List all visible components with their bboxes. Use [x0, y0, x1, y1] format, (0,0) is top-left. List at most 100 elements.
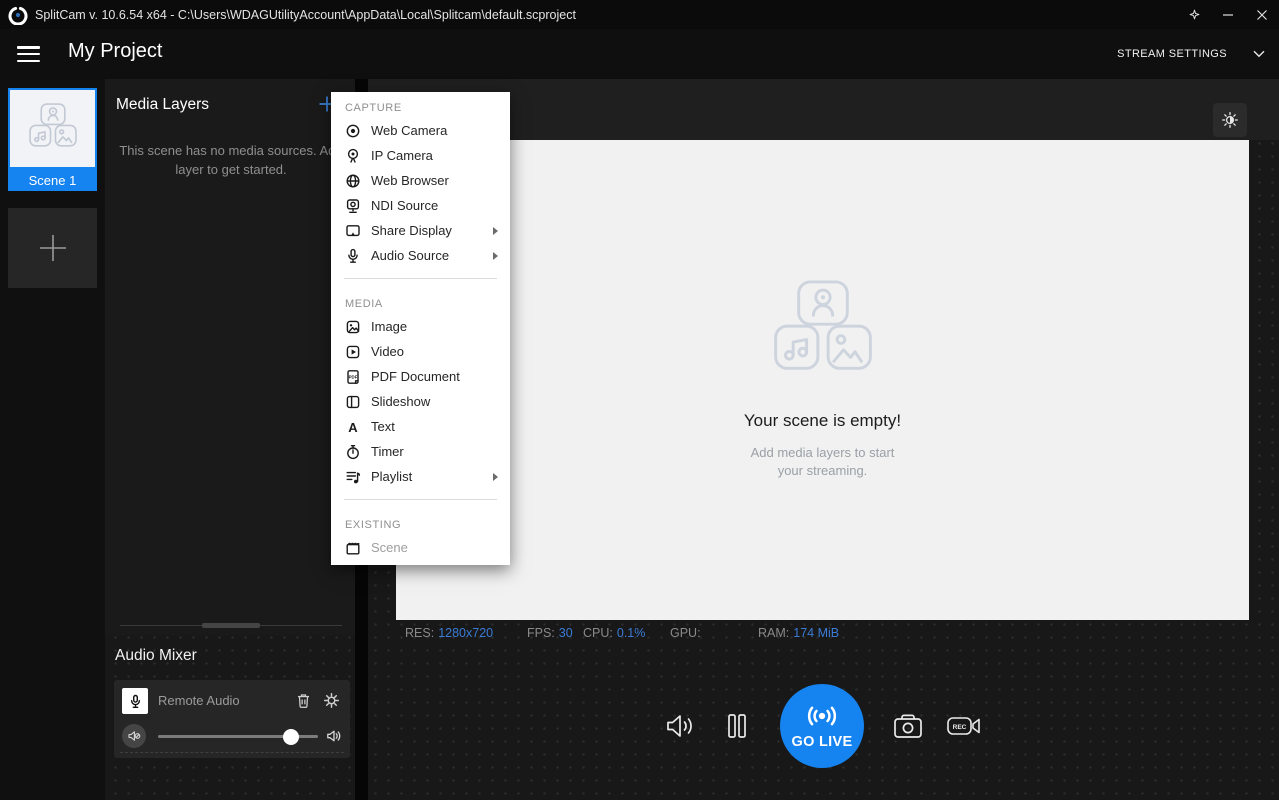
- status-res: RES:1280x720: [405, 626, 493, 640]
- menu-item-label: PDF Document: [371, 369, 498, 384]
- globe-icon: [345, 173, 361, 189]
- webcam-icon: [345, 123, 361, 139]
- menu-item-label: IP Camera: [371, 148, 498, 163]
- submenu-arrow-icon: [493, 252, 498, 260]
- pause-icon: [726, 713, 748, 739]
- video-icon: [345, 344, 361, 360]
- menu-item-playlist[interactable]: Playlist: [331, 464, 510, 489]
- empty-scene-subtitle: Add media layers to start your streaming…: [738, 444, 908, 479]
- output-volume-button[interactable]: [664, 710, 696, 742]
- brightness-button[interactable]: [1213, 103, 1247, 137]
- menu-item-slideshow[interactable]: Slideshow: [331, 389, 510, 414]
- media-layers-empty-message: This scene has no media sources. Add lay…: [118, 142, 344, 180]
- panel-resize-handle[interactable]: [202, 623, 260, 628]
- menu-item-label: Audio Source: [371, 248, 483, 263]
- media-layers-title: Media Layers: [116, 96, 209, 114]
- status-fps: FPS:30: [527, 626, 573, 640]
- audio-channel-name: Remote Audio: [158, 693, 240, 708]
- menu-item-label: Video: [371, 344, 498, 359]
- add-layer-menu: CAPTURE Web Camera IP Camera Web Browser NDI…: [331, 92, 510, 565]
- menu-item-label: Image: [371, 319, 498, 334]
- menu-item-image[interactable]: Image: [331, 314, 510, 339]
- splitcam-logo-icon: [8, 5, 28, 25]
- speaker-icon: [664, 710, 696, 742]
- pin-window-icon[interactable]: [1177, 0, 1211, 29]
- menu-item-share-display[interactable]: Share Display: [331, 218, 510, 243]
- empty-scene-icon: [759, 280, 887, 385]
- menu-item-label: Web Browser: [371, 173, 498, 188]
- text-icon: A: [345, 419, 361, 435]
- playlist-icon: [345, 469, 361, 485]
- svg-text:A: A: [348, 419, 358, 434]
- menu-item-audio-source[interactable]: Audio Source: [331, 243, 510, 268]
- microphone-icon: [122, 688, 148, 714]
- menu-item-ip-camera[interactable]: IP Camera: [331, 143, 510, 168]
- pdf-icon: PDF: [345, 369, 361, 385]
- menu-item-text[interactable]: A Text: [331, 414, 510, 439]
- menu-item-scene[interactable]: Scene: [331, 535, 510, 560]
- brightness-sun-icon: [1221, 111, 1239, 129]
- menu-item-label: NDI Source: [371, 198, 498, 213]
- ip-camera-icon: [345, 148, 361, 164]
- menu-section-header-existing: EXISTING: [331, 515, 510, 535]
- scene-thumbnail-image: [8, 88, 97, 169]
- hamburger-menu-button[interactable]: [17, 46, 40, 66]
- pause-button[interactable]: [726, 713, 748, 739]
- channel-settings-gear-icon[interactable]: [323, 692, 340, 709]
- menu-item-label: Playlist: [371, 469, 483, 484]
- status-cpu: CPU:0.1%: [583, 626, 645, 640]
- menu-item-label: Slideshow: [371, 394, 498, 409]
- camera-icon: [893, 713, 923, 739]
- stream-settings-label: STREAM SETTINGS: [1117, 48, 1227, 60]
- status-bar: RES:1280x720FPS:30CPU:0.1%GPU:RAM:174 Mi…: [368, 626, 1279, 646]
- title-bar: SplitCam v. 10.6.54 x64 - C:\Users\WDAGU…: [0, 0, 1279, 29]
- menu-item-label: Timer: [371, 444, 498, 459]
- svg-text:REC: REC: [953, 724, 967, 731]
- scene-thumbnail[interactable]: Scene 1: [8, 88, 97, 191]
- snapshot-button[interactable]: [893, 713, 923, 739]
- menu-item-ndi-source[interactable]: NDI Source: [331, 193, 510, 218]
- delete-channel-icon[interactable]: [295, 692, 312, 709]
- stream-settings-button[interactable]: STREAM SETTINGS: [1117, 29, 1265, 79]
- scene-preview: Your scene is empty! Add media layers to…: [396, 140, 1249, 620]
- menu-divider: [344, 499, 497, 500]
- menu-item-label: Scene: [371, 540, 498, 555]
- go-live-label: GO LIVE: [792, 734, 853, 750]
- add-scene-button[interactable]: [8, 208, 97, 288]
- ndi-icon: [345, 198, 361, 214]
- menu-item-label: Text: [371, 419, 498, 434]
- menu-item-web-browser[interactable]: Web Browser: [331, 168, 510, 193]
- submenu-arrow-icon: [493, 227, 498, 235]
- minimize-button[interactable]: [1211, 0, 1245, 29]
- slideshow-icon: [345, 394, 361, 410]
- submenu-arrow-icon: [493, 473, 498, 481]
- svg-text:PDF: PDF: [349, 374, 358, 379]
- rec-video-icon: REC: [946, 715, 982, 737]
- window-title: SplitCam v. 10.6.54 x64 - C:\Users\WDAGU…: [35, 8, 576, 22]
- scene-label: Scene 1: [8, 169, 97, 191]
- volume-slider-thumb[interactable]: [283, 729, 299, 745]
- menu-item-pdf-document[interactable]: PDF PDF Document: [331, 364, 510, 389]
- volume-slider[interactable]: [158, 735, 318, 738]
- menu-section-header-capture: CAPTURE: [331, 98, 510, 118]
- speaker-loud-icon: [326, 728, 342, 744]
- go-live-button[interactable]: GO LIVE: [780, 684, 864, 768]
- timer-icon: [345, 444, 361, 460]
- empty-scene-title: Your scene is empty!: [744, 411, 901, 431]
- splitcam-window: SplitCam v. 10.6.54 x64 - C:\Users\WDAGU…: [0, 0, 1279, 800]
- menu-item-web-camera[interactable]: Web Camera: [331, 118, 510, 143]
- menu-item-label: Web Camera: [371, 123, 498, 138]
- menu-item-timer[interactable]: Timer: [331, 439, 510, 464]
- main-area: Scene 1 Media Layers This scene has no m…: [0, 79, 1279, 800]
- mute-button[interactable]: [122, 724, 146, 748]
- project-title: My Project: [68, 40, 162, 63]
- menu-item-label: Share Display: [371, 223, 483, 238]
- record-button[interactable]: REC: [946, 715, 982, 737]
- menu-item-video[interactable]: Video: [331, 339, 510, 364]
- close-button[interactable]: [1245, 0, 1279, 29]
- broadcast-icon: [804, 703, 840, 729]
- scene-icon: [345, 540, 361, 556]
- audio-mixer-title: Audio Mixer: [115, 647, 197, 665]
- speaker-muted-icon: [127, 729, 141, 743]
- app-header: My Project STREAM SETTINGS: [0, 29, 1279, 79]
